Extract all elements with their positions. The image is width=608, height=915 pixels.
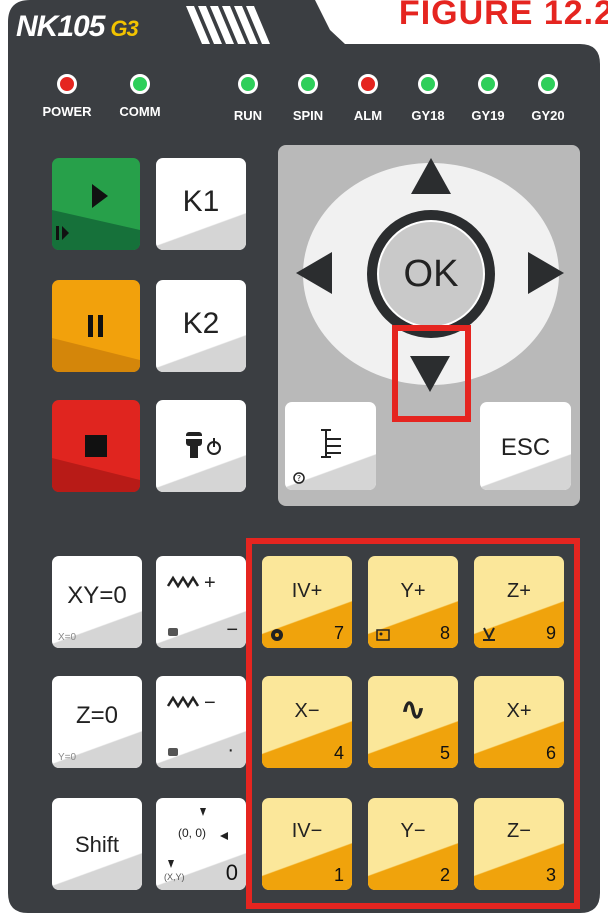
spindle-toggle-button[interactable] xyxy=(156,400,246,492)
speed-up-alt: − xyxy=(226,619,238,641)
left-button[interactable] xyxy=(292,250,334,296)
go-origin-label: (0, 0) xyxy=(178,826,207,840)
xy-zero-sublabel: X=0 xyxy=(58,632,77,643)
pause-button[interactable] xyxy=(52,280,140,372)
k2-button[interactable]: K2 xyxy=(156,280,246,372)
led-label-run: RUN xyxy=(233,108,263,123)
up-button[interactable] xyxy=(406,158,456,198)
led-label-gy20: GY20 xyxy=(531,108,565,123)
go-origin-sublabel: (X,Y) xyxy=(164,872,185,882)
esc-label: ESC xyxy=(500,434,551,461)
xy-zero-button[interactable]: XY=0 X=0 xyxy=(52,556,142,648)
pendant-panel: NK105 G3 POWER COMM RUN SPIN ALM GY18 GY1… xyxy=(0,0,608,915)
stop-button[interactable] xyxy=(52,400,140,492)
speed-down-label: − xyxy=(204,692,216,714)
brand-logo: NK105 G3 xyxy=(16,10,139,44)
run-led xyxy=(238,74,258,94)
start-button[interactable] xyxy=(52,158,140,250)
menu-button[interactable]: ? xyxy=(285,402,376,490)
decorative-stripes xyxy=(186,6,270,44)
spin-led xyxy=(298,74,318,94)
speed-up-button[interactable]: + − xyxy=(156,556,246,648)
z-zero-sublabel: Y=0 xyxy=(58,752,77,763)
stop-icon xyxy=(52,435,140,492)
led-label-spin: SPIN xyxy=(292,108,324,123)
k1-button[interactable]: K1 xyxy=(156,158,246,250)
svg-text:?: ? xyxy=(297,474,301,483)
go-origin-button[interactable]: (0, 0) (X,Y) 0 xyxy=(156,798,246,890)
shift-label: Shift xyxy=(74,832,120,857)
highlight-jog-keypad xyxy=(246,538,580,909)
led-label-comm: COMM xyxy=(119,104,161,119)
esc-button[interactable]: ESC xyxy=(480,402,571,490)
right-button[interactable] xyxy=(526,250,568,296)
speed-up-label: + xyxy=(204,572,216,594)
gy19-led xyxy=(478,74,498,94)
menu-tree-icon: ? xyxy=(293,429,341,484)
led-label-alm: ALM xyxy=(353,108,383,123)
power-led xyxy=(57,74,77,94)
k2-label: K2 xyxy=(182,307,220,340)
spindle-power-icon xyxy=(183,432,221,458)
shift-button[interactable]: Shift xyxy=(52,798,142,890)
speed-down-button[interactable]: − · xyxy=(156,676,246,768)
led-label-gy18: GY18 xyxy=(411,108,445,123)
comm-led xyxy=(130,74,150,94)
led-label-gy19: GY19 xyxy=(471,108,505,123)
start-icon xyxy=(52,184,140,250)
gy18-led xyxy=(418,74,438,94)
z-zero-label: Z=0 xyxy=(75,702,119,729)
alm-led xyxy=(358,74,378,94)
speed-down-alt: · xyxy=(227,739,234,761)
led-label-power: POWER xyxy=(42,104,92,119)
brand-name: NK105 xyxy=(16,10,105,43)
z-zero-button[interactable]: Z=0 Y=0 xyxy=(52,676,142,768)
xy-zero-label: XY=0 xyxy=(67,582,127,609)
ok-button[interactable]: OK xyxy=(377,220,485,328)
pause-icon xyxy=(52,315,140,372)
go-origin-num: 0 xyxy=(225,860,238,885)
brand-model: G3 xyxy=(110,16,138,41)
highlight-down-arrow xyxy=(392,325,471,422)
k1-label: K1 xyxy=(182,185,220,218)
gy20-led xyxy=(538,74,558,94)
